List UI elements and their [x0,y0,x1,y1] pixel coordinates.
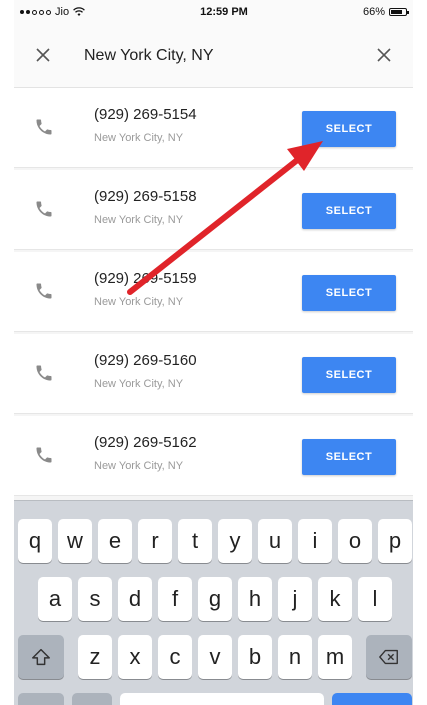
phone-location: New York City, NY [94,214,184,226]
clear-icon-glyph [377,47,391,62]
status-left: Jio [20,6,85,18]
key-l[interactable]: l [358,577,392,621]
key-o[interactable]: o [338,519,372,563]
key-f[interactable]: f [158,577,192,621]
search-input[interactable] [84,46,373,65]
select-button[interactable]: SELECT [302,193,396,229]
select-button[interactable]: SELECT [302,439,396,475]
keyboard: q w e r t y u i o p a s d f g h j k l z … [14,500,413,705]
close-icon-glyph [36,47,50,62]
key-w[interactable]: w [58,519,92,563]
shift-icon [32,648,50,666]
key-b[interactable]: b [238,635,272,679]
result-row[interactable]: (929) 269-5162 New York City, NY SELECT [14,416,413,496]
carrier-name: Jio [55,6,70,18]
result-row[interactable]: (929) 269-5158 New York City, NY SELECT [14,170,413,250]
key-t[interactable]: t [178,519,212,563]
key-k[interactable]: k [318,577,352,621]
phone-icon [36,283,52,299]
battery-percent: 66% [362,6,385,18]
close-icon[interactable] [32,45,54,67]
key-m[interactable]: m [318,635,352,679]
phone-number: (929) 269-5159 [94,270,197,287]
phone-number: (929) 269-5158 [94,188,197,205]
key-x[interactable]: x [118,635,152,679]
key-u[interactable]: u [258,519,292,563]
results-list: (929) 269-5154 New York City, NY SELECT … [14,88,413,500]
phone-icon [36,201,52,217]
phone-location: New York City, NY [94,378,184,390]
phone-location: New York City, NY [94,132,184,144]
shift-key[interactable] [18,635,64,679]
key-g[interactable]: g [198,577,232,621]
key-p[interactable]: p [378,519,412,563]
key-r[interactable]: r [138,519,172,563]
key-c[interactable]: c [158,635,192,679]
emoji-key[interactable] [72,693,112,705]
search-header [14,24,413,88]
phone-icon [36,447,52,463]
key-n[interactable]: n [278,635,312,679]
phone-number: (929) 269-5154 [94,106,197,123]
right-bezel [413,0,427,705]
key-d[interactable]: d [118,577,152,621]
result-row[interactable]: (929) 269-5154 New York City, NY SELECT [14,88,413,168]
phone-number: (929) 269-5162 [94,434,197,451]
key-e[interactable]: e [98,519,132,563]
key-z[interactable]: z [78,635,112,679]
select-button[interactable]: SELECT [302,111,396,147]
select-button[interactable]: SELECT [302,275,396,311]
phone-screen: Jio 12:59 PM 66% New York City, NY (929)… [0,0,427,705]
key-y[interactable]: y [218,519,252,563]
key-q[interactable]: q [18,519,52,563]
wifi-icon [73,7,85,16]
backspace-icon [379,649,398,665]
battery-icon [388,8,409,16]
phone-number: (929) 269-5160 [94,352,197,369]
key-v[interactable]: v [198,635,232,679]
phone-icon [36,365,52,381]
key-i[interactable]: i [298,519,332,563]
search-key[interactable] [332,693,412,705]
key-h[interactable]: h [238,577,272,621]
key-a[interactable]: a [38,577,72,621]
key-s[interactable]: s [78,577,112,621]
phone-icon [36,119,52,135]
backspace-key[interactable] [366,635,412,679]
status-right: 66% [362,6,409,18]
space-key[interactable] [120,693,324,705]
signal-icon [20,9,51,15]
status-time: 12:59 PM [200,6,248,18]
numbers-key[interactable] [18,693,64,705]
status-bar: Jio 12:59 PM 66% [14,0,413,24]
phone-location: New York City, NY [94,460,184,472]
result-row[interactable]: (929) 269-5160 New York City, NY SELECT [14,334,413,414]
left-bezel [0,0,14,705]
result-row[interactable]: (929) 269-5159 New York City, NY SELECT [14,252,413,332]
key-j[interactable]: j [278,577,312,621]
select-button[interactable]: SELECT [302,357,396,393]
phone-location: New York City, NY [94,296,184,308]
clear-search-icon[interactable] [373,45,395,67]
